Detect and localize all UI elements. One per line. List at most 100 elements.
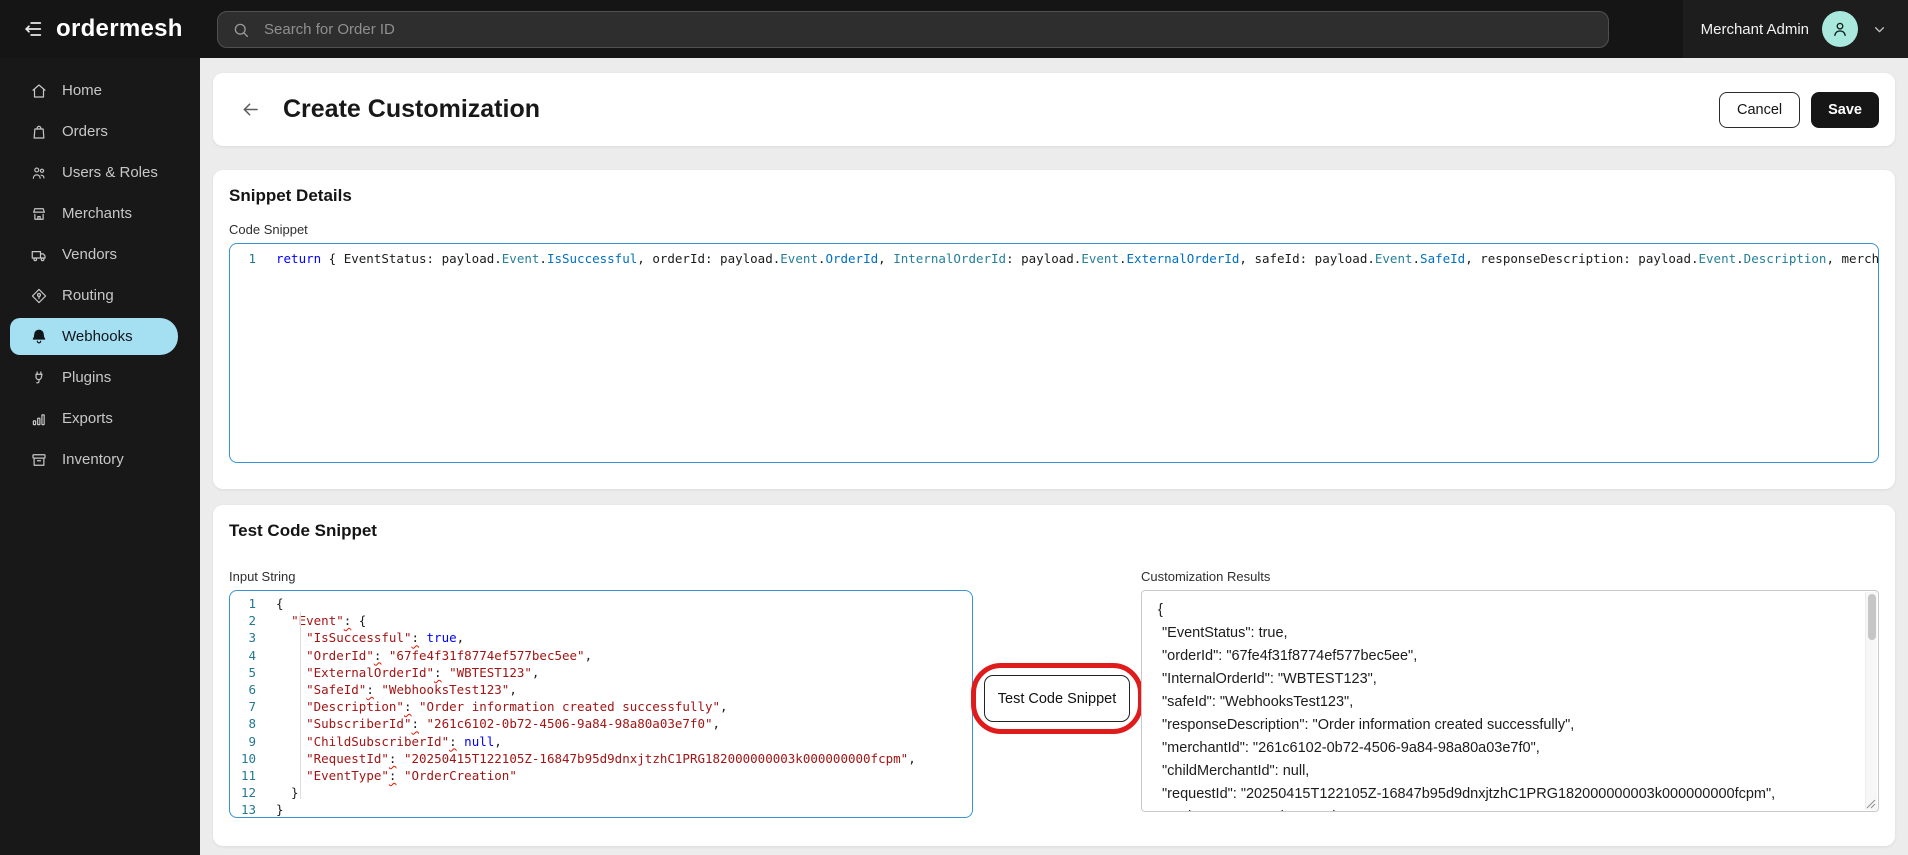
code-text: "ChildSubscriberId": null, xyxy=(306,733,502,749)
code-text: return { EventStatus: payload.Event.IsSu… xyxy=(276,251,1879,266)
home-icon xyxy=(30,82,48,100)
sidebar-item-label: Orders xyxy=(62,123,108,140)
code-text: "SubscriberId": "261c6102-0b72-4506-9a84… xyxy=(306,716,721,732)
code-line: 13} xyxy=(230,801,972,818)
code-line: 3 "IsSuccessful": true, xyxy=(230,629,972,646)
code-text: "RequestId": "20250415T122105Z-16847b95d… xyxy=(306,750,916,766)
code-line: 5 "ExternalOrderId": "WBTEST123", xyxy=(230,664,972,681)
test-code-snippet-section: Test Code Snippet Input String 1{2 "Even… xyxy=(213,505,1895,846)
line-number: 6 xyxy=(248,682,256,698)
bell-icon xyxy=(30,328,48,346)
code-line: 12 } xyxy=(230,784,972,801)
result-line: "OrderEvent": "OrderCreation" xyxy=(1158,806,1850,811)
result-line: "responseDescription": "Order informatio… xyxy=(1158,717,1575,733)
code-text: "EventType": "OrderCreation" xyxy=(306,768,517,784)
test-code-snippet-button[interactable]: Test Code Snippet xyxy=(984,675,1130,722)
page-title: Create Customization xyxy=(283,95,540,123)
back-button[interactable] xyxy=(240,99,261,120)
line-number: 9 xyxy=(248,733,256,749)
sidebar-item-label: Webhooks xyxy=(62,328,133,345)
route-icon xyxy=(30,287,48,305)
sidebar-item-exports[interactable]: Exports xyxy=(0,398,200,439)
truck-icon xyxy=(30,246,48,264)
annotation-highlight-ellipse: Test Code Snippet xyxy=(971,663,1143,734)
sidebar: Home Orders Users & Roles Merchants Vendors R… xyxy=(0,58,200,855)
sidebar-item-inventory[interactable]: Inventory xyxy=(0,439,200,480)
sidebar-item-home[interactable]: Home xyxy=(0,70,200,111)
plug-icon xyxy=(30,369,48,387)
code-text: "Event": { xyxy=(291,613,367,629)
input-string-label: Input String xyxy=(229,569,296,584)
sidebar-item-orders[interactable]: Orders xyxy=(0,111,200,152)
sidebar-item-label: Vendors xyxy=(62,246,118,263)
line-number: 13 xyxy=(240,802,256,818)
box-icon xyxy=(30,451,48,469)
code-line: 9 "ChildSubscriberId": null, xyxy=(230,733,972,750)
code-line: 10 "RequestId": "20250415T122105Z-16847b… xyxy=(230,750,972,767)
code-line: 8 "SubscriberId": "261c6102-0b72-4506-9a… xyxy=(230,715,972,732)
code-snippet-editor[interactable]: 1 return { EventStatus: payload.Event.IsS… xyxy=(229,243,1879,463)
sidebar-item-label: Inventory xyxy=(62,451,124,468)
line-number: 5 xyxy=(248,664,256,680)
users-icon xyxy=(30,164,48,182)
sidebar-item-label: Merchants xyxy=(62,205,133,222)
sidebar-item-plugins[interactable]: Plugins xyxy=(0,357,200,398)
cancel-button[interactable]: Cancel xyxy=(1718,91,1801,128)
code-text: "SafeId": "WebhooksTest123", xyxy=(306,682,517,698)
sidebar-item-routing[interactable]: Routing xyxy=(0,275,200,316)
code-text: "IsSuccessful": true, xyxy=(306,630,465,646)
scrollbar[interactable] xyxy=(1865,592,1877,810)
user-name: Merchant Admin xyxy=(1700,20,1809,38)
back-arrow-icon xyxy=(243,103,258,116)
result-line: { xyxy=(1158,602,1163,618)
menu-toggle-icon[interactable] xyxy=(22,18,44,40)
sidebar-item-label: Plugins xyxy=(62,369,112,386)
sidebar-item-label: Exports xyxy=(62,410,113,427)
code-text: "OrderId": "67fe4f31f8774ef577bec5ee", xyxy=(306,647,593,663)
results-text: { "EventStatus": true, "orderId": "67fe4… xyxy=(1158,599,1850,811)
sidebar-item-users-roles[interactable]: Users & Roles xyxy=(0,152,200,193)
code-snippet-label: Code Snippet xyxy=(229,222,308,237)
app-logo: ordermesh xyxy=(56,15,183,42)
line-number: 2 xyxy=(248,613,256,629)
line-number: 4 xyxy=(248,647,256,663)
result-line: "requestId": "20250415T122105Z-16847b95d… xyxy=(1158,786,1776,802)
result-line: "merchantId": "261c6102-0b72-4506-9a84-9… xyxy=(1158,740,1540,756)
code-text: "ExternalOrderId": "WBTEST123", xyxy=(306,664,540,680)
chevron-down-icon xyxy=(1874,26,1885,32)
line-number: 11 xyxy=(240,768,256,784)
sidebar-item-label: Routing xyxy=(62,287,114,304)
main-content: Create Customization Cancel Save Snippet… xyxy=(200,58,1908,855)
sidebar-item-vendors[interactable]: Vendors xyxy=(0,234,200,275)
code-line: 11 "EventType": "OrderCreation" xyxy=(230,767,972,784)
code-line: 1 return { EventStatus: payload.Event.IsS… xyxy=(230,249,1878,268)
input-string-editor[interactable]: 1{2 "Event": {3 "IsSuccessful": true, 4 "… xyxy=(229,590,973,818)
code-line: 6 "SafeId": "WebhooksTest123", xyxy=(230,681,972,698)
bag-icon xyxy=(30,123,48,141)
sidebar-item-merchants[interactable]: Merchants xyxy=(0,193,200,234)
code-line: 1{ xyxy=(230,595,972,612)
result-line: "childMerchantId": null, xyxy=(1158,763,1310,779)
resize-grip-icon[interactable] xyxy=(1865,798,1876,809)
search-input[interactable] xyxy=(262,20,1594,39)
line-number: 7 xyxy=(248,699,256,715)
line-number: 3 xyxy=(248,630,256,646)
scrollbar-thumb[interactable] xyxy=(1868,594,1876,640)
test-code-snippet-heading: Test Code Snippet xyxy=(229,521,377,540)
code-text: } xyxy=(276,802,284,818)
code-text: "Description": "Order information create… xyxy=(306,699,728,715)
user-menu[interactable]: Merchant Admin xyxy=(1682,0,1908,58)
result-line: "orderId": "67fe4f31f8774ef577bec5ee", xyxy=(1158,648,1418,664)
customization-results-output[interactable]: { "EventStatus": true, "orderId": "67fe4… xyxy=(1141,590,1879,812)
search-icon xyxy=(234,23,249,37)
sidebar-item-label: Home xyxy=(62,82,103,99)
line-number: 1 xyxy=(248,251,256,266)
input-string-column: Input String 1{2 "Event": {3 "IsSuccessf… xyxy=(229,569,973,818)
code-line: 4 "OrderId": "67fe4f31f8774ef577bec5ee", xyxy=(230,647,972,664)
customization-results-column: Customization Results { "EventStatus": t… xyxy=(1141,569,1879,812)
save-button[interactable]: Save xyxy=(1811,91,1879,128)
chart-icon xyxy=(30,410,48,428)
snippet-details-section: Snippet Details Code Snippet 1 return { E… xyxy=(213,170,1895,489)
topbar: ordermesh Merchant Admin xyxy=(0,0,1908,58)
sidebar-item-webhooks[interactable]: Webhooks xyxy=(10,318,178,355)
